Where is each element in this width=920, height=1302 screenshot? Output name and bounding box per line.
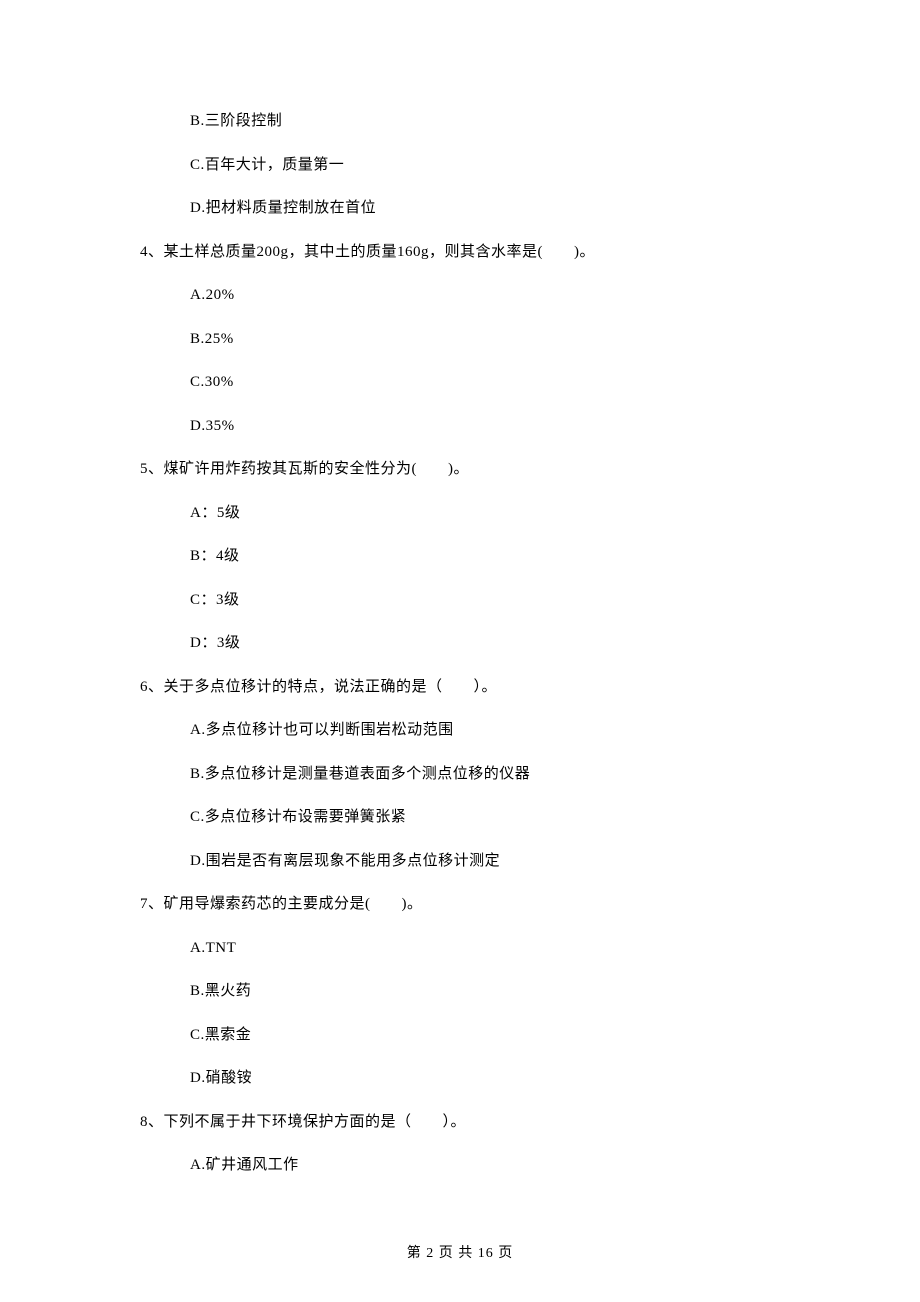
q4-option-d: D.35%	[140, 415, 780, 438]
q3-option-b: B.三阶段控制	[140, 110, 780, 133]
q6-option-a: A.多点位移计也可以判断围岩松动范围	[140, 719, 780, 742]
q7-option-b: B.黑火药	[140, 980, 780, 1003]
q5-stem: 5、煤矿许用炸药按其瓦斯的安全性分为( )。	[140, 458, 780, 481]
q4-option-c: C.30%	[140, 371, 780, 394]
q5-option-d: D：3级	[140, 632, 780, 655]
q4-stem: 4、某土样总质量200g，其中土的质量160g，则其含水率是( )。	[140, 241, 780, 264]
q8-stem: 8、下列不属于井下环境保护方面的是（ ）。	[140, 1111, 780, 1134]
q6-option-d: D.围岩是否有离层现象不能用多点位移计测定	[140, 850, 780, 873]
q7-stem: 7、矿用导爆索药芯的主要成分是( )。	[140, 893, 780, 916]
page-content: B.三阶段控制 C.百年大计，质量第一 D.把材料质量控制放在首位 4、某土样总…	[0, 0, 920, 1177]
q3-option-c: C.百年大计，质量第一	[140, 154, 780, 177]
q5-option-b: B：4级	[140, 545, 780, 568]
q4-option-a: A.20%	[140, 284, 780, 307]
q4-option-b: B.25%	[140, 328, 780, 351]
q6-stem: 6、关于多点位移计的特点，说法正确的是（ ）。	[140, 676, 780, 699]
q7-option-c: C.黑索金	[140, 1024, 780, 1047]
q5-option-a: A：5级	[140, 502, 780, 525]
q7-option-a: A.TNT	[140, 937, 780, 960]
page-footer: 第 2 页 共 16 页	[0, 1242, 920, 1262]
q7-option-d: D.硝酸铵	[140, 1067, 780, 1090]
q6-option-b: B.多点位移计是测量巷道表面多个测点位移的仪器	[140, 763, 780, 786]
q8-option-a: A.矿井通风工作	[140, 1154, 780, 1177]
q5-option-c: C：3级	[140, 589, 780, 612]
q3-option-d: D.把材料质量控制放在首位	[140, 197, 780, 220]
q6-option-c: C.多点位移计布设需要弹簧张紧	[140, 806, 780, 829]
